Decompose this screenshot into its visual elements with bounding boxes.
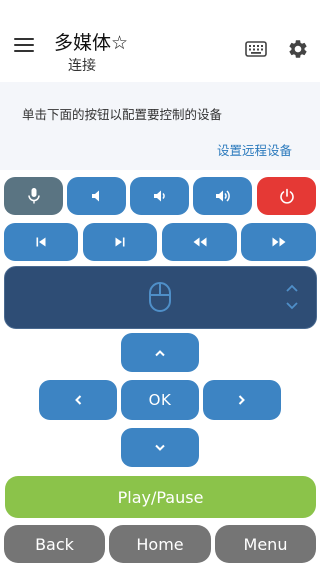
skip-previous-icon [36,237,46,247]
fast-forward-button[interactable] [241,223,316,261]
scroll-arrows-icon[interactable] [285,284,299,310]
microphone-button[interactable] [4,177,63,215]
power-button[interactable] [257,177,316,215]
rewind-icon [193,237,206,247]
chevron-right-icon [238,395,245,405]
instruction-text: 单击下面的按钮以配置要控制的设备 [22,107,223,122]
home-button[interactable]: Home [109,525,211,563]
fast-forward-icon [272,237,285,247]
skip-previous-button[interactable] [4,223,78,261]
setup-remote-link[interactable]: 设置远程设备 [217,140,292,159]
skip-next-button[interactable] [83,223,157,261]
menu-icon[interactable] [14,38,34,52]
dpad-up-button[interactable] [121,333,199,372]
menu-button[interactable]: Menu [215,525,316,563]
play-pause-button[interactable]: Play/Pause [5,476,316,518]
gear-icon[interactable] [287,38,309,60]
chevron-up-icon [155,349,165,356]
page-title: 多媒体☆ [54,32,129,54]
dpad-down-button[interactable] [121,428,199,467]
connection-status: 连接 [68,58,96,74]
power-icon [279,188,294,204]
info-panel: 单击下面的按钮以配置要控制的设备 设置远程设备 [0,82,320,170]
app-bar: 多媒体☆ 连接 [0,0,320,80]
volume-up-button[interactable] [193,177,252,215]
volume-mute-icon [91,190,99,202]
chevron-left-icon [75,395,82,405]
rewind-button[interactable] [162,223,237,261]
volume-mute-button[interactable] [67,177,126,215]
mouse-icon [149,282,171,312]
keyboard-icon[interactable] [245,41,267,57]
dpad-left-button[interactable] [39,380,117,420]
volume-up-icon [215,190,230,202]
ok-button[interactable]: OK [121,380,199,420]
back-button[interactable]: Back [4,525,105,563]
volume-down-icon [153,190,165,202]
touchpad[interactable] [4,266,317,329]
chevron-down-icon [155,444,165,451]
ok-label: OK [148,391,172,409]
volume-down-button[interactable] [130,177,189,215]
skip-next-icon [115,237,125,247]
microphone-icon [27,188,40,204]
dpad-right-button[interactable] [203,380,281,420]
